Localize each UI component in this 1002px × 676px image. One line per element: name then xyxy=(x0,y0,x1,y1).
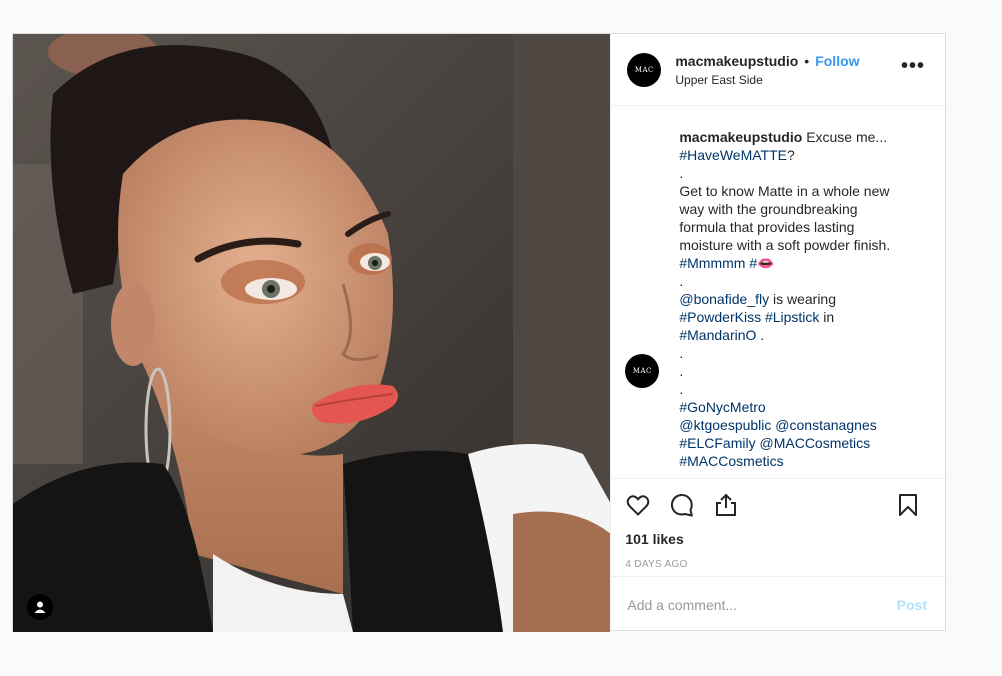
hashtag-link[interactable]: #👄 xyxy=(749,255,774,271)
header-line: macmakeupstudio • Follow xyxy=(675,53,901,69)
mention-link[interactable]: @bonafide_fly xyxy=(679,291,769,307)
caption-line: . xyxy=(679,164,929,182)
hashtag-link[interactable]: #Mmmmm xyxy=(679,255,745,271)
caption-line: #ELCFamily @MACCosmetics xyxy=(679,434,929,452)
hashtag-link[interactable]: #ELCFamily xyxy=(679,435,755,451)
caption-line: . xyxy=(679,380,929,398)
person-icon xyxy=(34,601,46,613)
header-text: macmakeupstudio • Follow Upper East Side xyxy=(675,53,901,87)
caption-line: #GoNycMetro xyxy=(679,398,929,416)
comment-input[interactable] xyxy=(627,596,897,613)
caption-text-segment: ? xyxy=(786,147,795,163)
caption-line: #Mmmmm #👄 xyxy=(679,254,929,272)
comments-area[interactable]: MAC macmakeupstudio Excuse me... #HaveWeM… xyxy=(611,106,945,478)
caption-text-segment: . xyxy=(679,363,684,379)
caption-text-segment: is wearing xyxy=(769,291,836,307)
caption-line: formula that provides lasting xyxy=(679,218,929,236)
caption-text-segment: . xyxy=(679,381,684,397)
avatar-logo: MAC xyxy=(634,65,654,74)
caption-line: macmakeupstudio Excuse me... xyxy=(679,128,929,146)
add-comment-bar: Post xyxy=(611,576,945,632)
hashtag-link[interactable]: #Lipstick xyxy=(765,309,819,325)
mention-link[interactable]: @MACCosmetics xyxy=(760,435,871,451)
caption-avatar-logo: MAC xyxy=(632,367,652,375)
caption-text-segment: . xyxy=(756,327,765,343)
caption-text-segment: moisture with a soft powder finish. xyxy=(679,237,891,253)
more-options-button[interactable]: ••• xyxy=(901,56,925,79)
heart-icon xyxy=(627,495,650,516)
selfie-photo xyxy=(13,34,611,632)
hashtag-link[interactable]: #MACCosmetics xyxy=(679,453,783,469)
post-sidebar: MAC macmakeupstudio • Follow Upper East … xyxy=(610,34,945,632)
header-username[interactable]: macmakeupstudio xyxy=(675,53,798,69)
caption-line: . xyxy=(679,272,929,290)
save-button[interactable] xyxy=(895,492,921,518)
caption-text-segment: formula that provides lasting xyxy=(679,219,855,235)
bookmark-icon xyxy=(899,494,917,516)
header-separator: • xyxy=(804,52,810,69)
comment-button[interactable] xyxy=(669,492,695,518)
caption-text-segment: . xyxy=(679,273,684,289)
post-time[interactable]: 4 DAYS AGO xyxy=(625,559,929,570)
caption-line: #PowderKiss #Lipstick in xyxy=(679,308,929,326)
post-comment-button[interactable]: Post xyxy=(897,597,927,613)
caption-line: #HaveWeMATTE? xyxy=(679,146,929,164)
comment-icon xyxy=(671,493,694,517)
post-card: MAC macmakeupstudio • Follow Upper East … xyxy=(12,33,946,632)
caption-text-segment: Get to know Matte in a whole new xyxy=(679,183,890,199)
caption-line: @ktgoespublic @constanagnes xyxy=(679,416,929,434)
hashtag-link[interactable]: #PowderKiss xyxy=(679,309,761,325)
caption-text-segment: . xyxy=(679,165,684,181)
location-link[interactable]: Upper East Side xyxy=(675,73,901,87)
action-bar: 101 likes 4 DAYS AGO xyxy=(611,478,945,576)
caption-line: . xyxy=(679,344,929,362)
caption-avatar[interactable]: MAC xyxy=(625,354,660,388)
caption-line: #MACCosmetics xyxy=(679,452,929,470)
likes-count[interactable]: 101 likes xyxy=(625,531,929,547)
caption-line: @bonafide_fly is wearing xyxy=(679,290,929,308)
caption-line: way with the groundbreaking xyxy=(679,200,929,218)
hashtag-link[interactable]: #MandarinO xyxy=(679,327,756,343)
caption-text-segment: . xyxy=(679,345,684,361)
caption-line: #MandarinO . xyxy=(679,326,929,344)
post-photo[interactable] xyxy=(13,34,611,632)
follow-button[interactable]: Follow xyxy=(815,53,859,69)
mention-link[interactable]: @ktgoespublic xyxy=(679,417,771,433)
caption-text: macmakeupstudio Excuse me... #HaveWeMATTE… xyxy=(679,128,929,470)
action-icons xyxy=(625,489,929,521)
caption-line: . xyxy=(679,362,929,380)
caption-text-segment: way with the groundbreaking xyxy=(679,201,858,217)
mention-link[interactable]: @constanagnes xyxy=(775,417,876,433)
post-header: MAC macmakeupstudio • Follow Upper East … xyxy=(611,34,945,106)
caption-text-segment: in xyxy=(819,309,835,325)
user-tag-icon[interactable] xyxy=(27,594,53,620)
like-button[interactable] xyxy=(625,492,651,518)
share-icon xyxy=(716,493,737,516)
caption-text-segment: Excuse me... xyxy=(806,129,888,145)
caption-line: moisture with a soft powder finish. xyxy=(679,236,929,254)
caption-line: Get to know Matte in a whole new xyxy=(679,182,929,200)
share-button[interactable] xyxy=(713,492,739,518)
hashtag-link[interactable]: #HaveWeMATTE xyxy=(679,147,787,163)
avatar[interactable]: MAC xyxy=(627,52,662,87)
caption-username[interactable]: macmakeupstudio xyxy=(679,129,806,145)
hashtag-link[interactable]: #GoNycMetro xyxy=(679,399,765,415)
